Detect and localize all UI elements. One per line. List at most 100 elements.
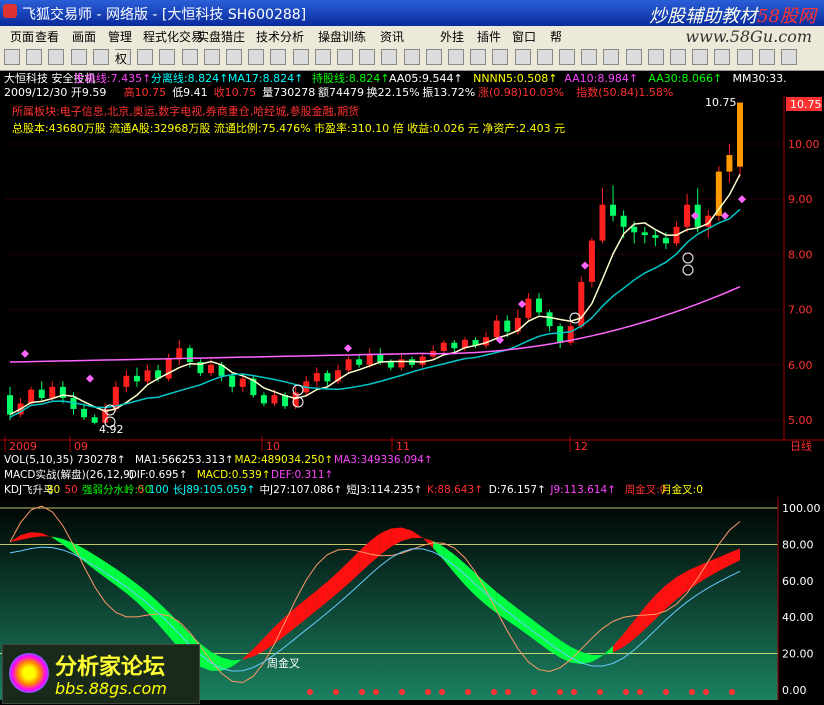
- toolbar-button-10[interactable]: [226, 49, 242, 65]
- toolbar-button-25[interactable]: [559, 49, 575, 65]
- toolbar-button-14[interactable]: [314, 49, 331, 65]
- toolbar-button-11[interactable]: [248, 49, 265, 65]
- signal-diamond-5: [581, 261, 589, 270]
- menu-item-8[interactable]: 资讯: [380, 28, 404, 45]
- candle-34: [366, 353, 373, 365]
- candle-12: [133, 375, 140, 382]
- menu-item-6[interactable]: 技术分析: [256, 28, 304, 45]
- menu-item-5[interactable]: 实盘猎庄: [197, 28, 245, 45]
- vol-info-0: VOL(5,10,35) 730278↑: [4, 454, 126, 466]
- candle-50: [535, 298, 542, 313]
- kdj-signal-dot-1: [333, 689, 339, 695]
- candle-58: [620, 215, 627, 227]
- header-line1-8: AA30:8.066↑: [648, 72, 722, 85]
- toolbar-button-2[interactable]: [48, 49, 65, 65]
- toolbar-button-29[interactable]: [647, 49, 664, 65]
- toolbar-button-9[interactable]: [203, 49, 220, 65]
- price-axis-label: 5.00: [788, 414, 813, 427]
- toolbar-button-19[interactable]: [425, 49, 442, 65]
- menu-item-2[interactable]: 画面: [72, 28, 96, 45]
- candle-30: [324, 373, 331, 382]
- candle-32: [345, 359, 352, 371]
- toolbar-button-1[interactable]: [26, 49, 43, 65]
- candle-59: [631, 226, 638, 233]
- candle-37: [398, 359, 405, 368]
- toolbar-button-16[interactable]: [359, 49, 376, 65]
- adjust-label[interactable]: 权: [115, 50, 128, 67]
- candles: [7, 102, 743, 425]
- menu-item-1[interactable]: 查看: [35, 28, 59, 45]
- kdj-axis-label: 40.00: [782, 611, 814, 624]
- toolbar-button-8[interactable]: [181, 49, 198, 65]
- time-axis-label-4: 12: [574, 440, 588, 453]
- toolbar-button-28[interactable]: [625, 49, 642, 65]
- toolbar-button-33[interactable]: [736, 49, 753, 65]
- kdj-signal-dot-13: [597, 689, 603, 695]
- kdj-signal-dot-4: [399, 689, 405, 695]
- toolbar-button-13[interactable]: [292, 49, 309, 65]
- candle-51: [546, 312, 553, 327]
- watermark-text: 炒股辅助教材58股网: [649, 6, 816, 27]
- toolbar-button-15[interactable]: [337, 49, 353, 65]
- kdj-signal-dot-18: [703, 689, 709, 695]
- candle-3: [38, 389, 45, 398]
- candle-17: [186, 348, 193, 363]
- menu-item-9[interactable]: 外挂: [440, 28, 464, 45]
- kdj-signal-dot-19: [729, 689, 735, 695]
- kdj-info-11: J9:113.614↑: [549, 484, 616, 496]
- price-axis-label: 7.00: [788, 304, 813, 317]
- toolbar-button-18[interactable]: [403, 49, 420, 65]
- menu-item-10[interactable]: 插件: [477, 28, 501, 45]
- kdj-signal-dot-3: [373, 689, 379, 695]
- toolbar-button-21[interactable]: [470, 49, 487, 65]
- candle-52: [557, 326, 564, 343]
- kdj-signal-dot-14: [623, 689, 629, 695]
- menu-item-7[interactable]: 操盘训练: [318, 28, 366, 45]
- time-axis-label-3: 11: [396, 440, 410, 453]
- menu-item-12[interactable]: 帮: [550, 28, 562, 45]
- candle-19: [208, 364, 215, 374]
- kdj-info-13: 月金叉:0: [661, 483, 703, 496]
- vol-info-3: MA3:349336.094↑: [334, 454, 433, 466]
- chart-area[interactable]: 大恒科技 安全投机生命线:7.435↑ 分离线:8.824↑ MA17:8.824↑…: [0, 70, 824, 705]
- toolbar-button-0[interactable]: [4, 49, 20, 65]
- menu-item-4[interactable]: 程式化交易: [143, 28, 203, 45]
- toolbar-button-34[interactable]: [758, 49, 775, 65]
- kdj-info-8: 短J3:114.235↑: [346, 483, 422, 496]
- toolbar-button-30[interactable]: [670, 49, 686, 65]
- toolbar-button-32[interactable]: [714, 49, 731, 65]
- kdj-signal-dot-8: [491, 689, 497, 695]
- site-url: www.58Gu.com: [685, 27, 812, 46]
- kdj-signal-dot-11: [557, 689, 563, 695]
- price-axis-label: 10.00: [788, 138, 820, 151]
- toolbar-button-3[interactable]: [70, 49, 87, 65]
- kdj-signal-dot-15: [637, 689, 643, 695]
- toolbar-button-17[interactable]: [381, 49, 398, 65]
- kdj-info-6: 长J89:105.059↑: [173, 484, 256, 496]
- kdj-axis-label: 100.00: [782, 502, 821, 515]
- toolbar-button-7[interactable]: [159, 49, 176, 65]
- menu-item-0[interactable]: 页面: [10, 28, 34, 45]
- toolbar-button-31[interactable]: [692, 49, 709, 65]
- toolbar-button-23[interactable]: [514, 49, 531, 65]
- toolbar-button-24[interactable]: [536, 49, 553, 65]
- ma-slow-line: [9, 286, 741, 363]
- toolbar-button-4[interactable]: [92, 49, 109, 65]
- toolbar-button-35[interactable]: [781, 49, 797, 65]
- menu-item-11[interactable]: 窗口: [512, 28, 536, 45]
- toolbar-button-12[interactable]: [270, 49, 287, 65]
- toolbar-button-6[interactable]: [137, 49, 154, 65]
- kdj-signal-dot-17: [689, 689, 695, 695]
- candle-64: [684, 204, 691, 227]
- candle-2: [28, 389, 35, 404]
- toolbar-button-22[interactable]: [492, 49, 509, 65]
- toolbar-button-27[interactable]: [603, 49, 620, 65]
- candle-60: [641, 232, 648, 236]
- candle-36: [387, 362, 394, 368]
- toolbar-button-26[interactable]: [581, 49, 598, 65]
- toolbar-button-20[interactable]: [448, 49, 464, 65]
- kdj-signal-dot-0: [307, 689, 313, 695]
- menu-item-3[interactable]: 管理: [108, 28, 132, 45]
- kdj-signal-dot-7: [465, 689, 471, 695]
- header-line1-7: AA10:8.984↑: [564, 72, 638, 85]
